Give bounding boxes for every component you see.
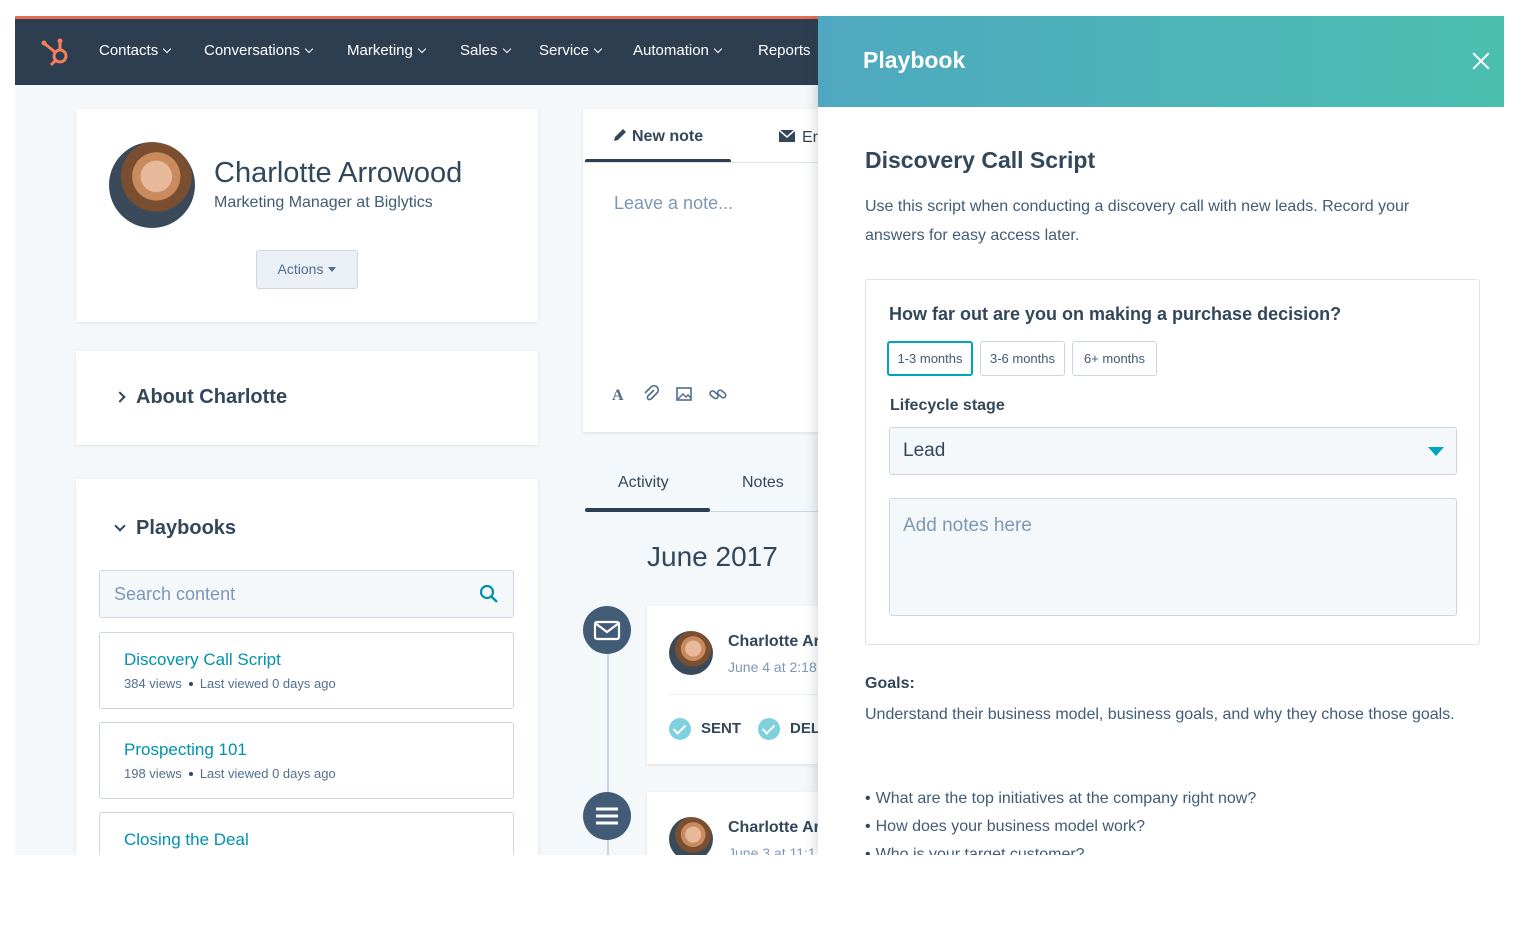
note-input[interactable]: Leave a note... bbox=[614, 193, 733, 214]
app-frame: Contacts Conversations Marketing Sales S… bbox=[15, 16, 1504, 855]
text-format-icon[interactable]: A bbox=[610, 385, 628, 403]
avatar bbox=[669, 631, 713, 675]
playbook-search-input[interactable]: Search content bbox=[99, 570, 514, 618]
activity-card[interactable]: Charlotte Ar June 3 at 11:1 bbox=[647, 792, 847, 855]
playbooks-card: Playbooks Search content Discovery Call … bbox=[76, 479, 538, 855]
nav-sales[interactable]: Sales bbox=[460, 42, 511, 59]
tab-email[interactable]: Er bbox=[778, 129, 818, 147]
caret-down-icon bbox=[1428, 447, 1444, 456]
nav-marketing[interactable]: Marketing bbox=[347, 42, 427, 59]
activity-timestamp: June 4 at 2:18 bbox=[728, 659, 817, 675]
notes-placeholder: Add notes here bbox=[903, 515, 1032, 536]
tab-activity[interactable]: Activity bbox=[618, 474, 669, 492]
hubspot-logo-icon[interactable] bbox=[39, 35, 73, 69]
timeline-month: June 2017 bbox=[647, 541, 778, 572]
playbook-item[interactable]: Prospecting 101 198 views Last viewed 0 d… bbox=[99, 722, 514, 799]
close-icon[interactable] bbox=[1472, 52, 1490, 70]
goals-text: Understand their business model, busines… bbox=[865, 706, 1455, 723]
image-icon[interactable] bbox=[675, 385, 693, 403]
playbook-panel: Playbook Discovery Call Script Use this … bbox=[818, 16, 1504, 855]
goals-label: Goals: bbox=[865, 675, 915, 692]
playbook-title[interactable]: Closing the Deal bbox=[124, 830, 249, 850]
check-icon bbox=[758, 718, 780, 740]
script-description: Use this script when conducting a discov… bbox=[865, 198, 1410, 244]
attachment-icon[interactable] bbox=[642, 385, 660, 403]
playbook-item[interactable]: Closing the Deal bbox=[99, 812, 514, 855]
chevron-down-icon bbox=[593, 44, 603, 54]
avatar bbox=[109, 142, 195, 228]
caret-down-icon bbox=[328, 267, 337, 272]
panel-header: Playbook bbox=[818, 16, 1504, 107]
list-item: How does your business model work? bbox=[865, 813, 1256, 841]
nav-automation[interactable]: Automation bbox=[633, 42, 723, 59]
tab-indicator bbox=[585, 508, 710, 512]
playbook-title[interactable]: Discovery Call Script bbox=[124, 650, 281, 670]
actions-button[interactable]: Actions bbox=[256, 250, 358, 289]
chevron-down-icon bbox=[304, 44, 314, 54]
envelope-icon bbox=[583, 606, 631, 654]
activity-card[interactable]: Charlotte Ar June 4 at 2:18 SENT DEL bbox=[647, 606, 847, 764]
chevron-down-icon bbox=[114, 520, 126, 532]
notes-textarea[interactable]: Add notes here bbox=[889, 498, 1457, 616]
chevron-down-icon bbox=[417, 44, 427, 54]
question-card: How far out are you on making a purchase… bbox=[865, 279, 1480, 645]
about-toggle[interactable]: About Charlotte bbox=[114, 386, 287, 409]
playbook-item[interactable]: Discovery Call Script 384 views Last view… bbox=[99, 632, 514, 709]
option-6-plus-months[interactable]: 6+ months bbox=[1072, 341, 1157, 376]
check-icon bbox=[669, 718, 691, 740]
email-icon bbox=[778, 129, 796, 142]
panel-title: Playbook bbox=[863, 47, 966, 73]
status-delivered: DEL bbox=[790, 720, 820, 737]
list-item: Who is your target customer? bbox=[865, 841, 1256, 855]
tab-new-note[interactable]: New note bbox=[612, 127, 703, 146]
playbooks-toggle[interactable]: Playbooks bbox=[114, 517, 236, 540]
chevron-right-icon bbox=[114, 391, 126, 403]
activity-timestamp: June 3 at 11:1 bbox=[728, 845, 816, 855]
tab-notes[interactable]: Notes bbox=[742, 474, 784, 492]
contact-name: Charlotte Arrowood bbox=[214, 157, 463, 189]
nav-reports[interactable]: Reports bbox=[758, 42, 811, 59]
script-title: Discovery Call Script bbox=[865, 147, 1096, 173]
question-text: How far out are you on making a purchase… bbox=[889, 304, 1342, 324]
chevron-down-icon bbox=[713, 44, 723, 54]
avatar bbox=[669, 817, 713, 855]
option-3-6-months[interactable]: 3-6 months bbox=[980, 341, 1065, 376]
profile-card: Charlotte Arrowood Marketing Manager at … bbox=[76, 109, 538, 322]
lifecycle-label: Lifecycle stage bbox=[890, 397, 1005, 414]
nav-service[interactable]: Service bbox=[539, 42, 603, 59]
chevron-down-icon bbox=[162, 44, 172, 54]
search-icon[interactable] bbox=[479, 584, 499, 604]
status-sent: SENT bbox=[701, 720, 742, 737]
chevron-down-icon bbox=[502, 44, 511, 54]
lifecycle-value: Lead bbox=[903, 440, 946, 461]
nav-conversations[interactable]: Conversations bbox=[204, 42, 314, 59]
activity-contact-name[interactable]: Charlotte Ar bbox=[728, 819, 820, 837]
about-card: About Charlotte bbox=[76, 351, 538, 445]
nav-contacts[interactable]: Contacts bbox=[99, 42, 172, 59]
svg-text:A: A bbox=[612, 387, 624, 403]
pencil-icon bbox=[614, 129, 626, 141]
note-icon bbox=[583, 792, 631, 840]
activity-contact-name[interactable]: Charlotte Ar bbox=[728, 633, 820, 651]
link-icon[interactable] bbox=[709, 385, 727, 403]
goals-bullets: What are the top initiatives at the comp… bbox=[865, 785, 1257, 855]
playbook-title[interactable]: Prospecting 101 bbox=[124, 740, 247, 760]
lifecycle-select[interactable]: Lead bbox=[889, 427, 1457, 475]
playbook-meta: 198 views Last viewed 0 days ago bbox=[124, 766, 336, 781]
search-placeholder: Search content bbox=[114, 584, 236, 604]
list-item: What are the top initiatives at the comp… bbox=[865, 785, 1257, 813]
contact-title: Marketing Manager at Biglytics bbox=[214, 194, 433, 211]
option-1-3-months[interactable]: 1-3 months bbox=[887, 341, 973, 376]
playbook-meta: 384 views Last viewed 0 days ago bbox=[124, 676, 336, 691]
